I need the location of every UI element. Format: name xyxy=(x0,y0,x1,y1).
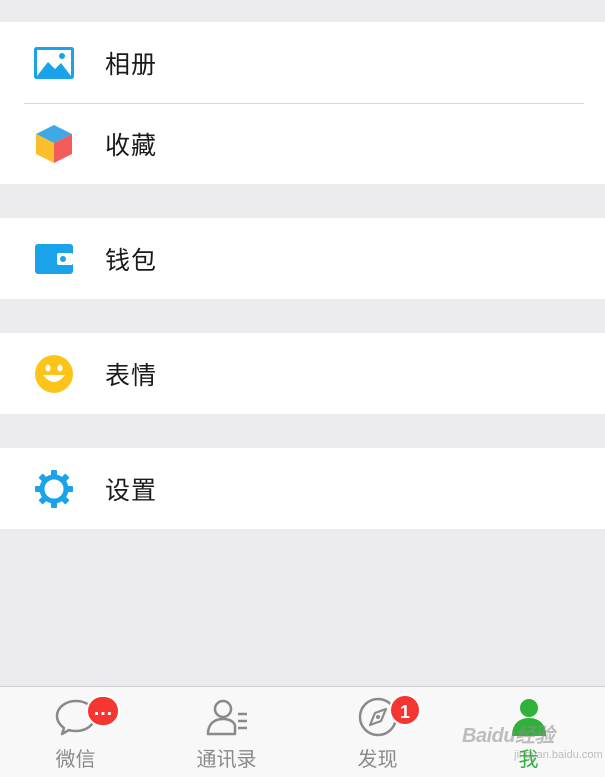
menu-item-album[interactable]: 相册 xyxy=(0,22,605,103)
menu-item-stickers[interactable]: 表情 xyxy=(0,333,605,414)
discover-badge: 1 xyxy=(389,694,421,726)
favorites-cube-icon xyxy=(34,124,74,164)
menu-item-settings[interactable]: 设置 xyxy=(0,448,605,529)
menu-group-settings: 设置 xyxy=(0,448,605,529)
tab-contacts[interactable]: 通讯录 xyxy=(151,687,302,777)
gear-icon xyxy=(34,469,74,509)
album-icon xyxy=(34,43,74,83)
wallet-icon xyxy=(34,239,74,279)
baidu-jingyan-url: jingyan.baidu.com xyxy=(514,749,603,761)
menu-group-stickers: 表情 xyxy=(0,333,605,414)
bottom-tab-bar: … 微信 通讯录 1 发现 我 Baidu经验 jingyan.baidu.co… xyxy=(0,686,605,777)
tab-wechat[interactable]: … 微信 xyxy=(0,687,151,777)
menu-item-stickers-label: 表情 xyxy=(105,360,158,390)
smiley-icon xyxy=(34,354,74,394)
menu-item-favorites-label: 收藏 xyxy=(105,130,158,160)
tab-discover[interactable]: 1 发现 xyxy=(302,687,453,777)
menu-item-favorites[interactable]: 收藏 xyxy=(0,103,605,184)
contacts-icon xyxy=(205,697,249,737)
unread-badge: … xyxy=(86,695,120,727)
menu-item-wallet[interactable]: 钱包 xyxy=(0,218,605,299)
tab-contacts-label: 通讯录 xyxy=(196,747,257,771)
menu-item-album-label: 相册 xyxy=(105,49,158,79)
menu-group-wallet: 钱包 xyxy=(0,218,605,299)
menu-group-album-favorites: 相册 收藏 xyxy=(0,22,605,184)
menu-item-settings-label: 设置 xyxy=(105,475,158,505)
menu-item-wallet-label: 钱包 xyxy=(105,245,158,275)
tab-discover-label: 发现 xyxy=(357,747,398,771)
baidu-jingyan-watermark: Baidu经验 xyxy=(462,725,555,747)
tab-wechat-label: 微信 xyxy=(55,747,96,771)
